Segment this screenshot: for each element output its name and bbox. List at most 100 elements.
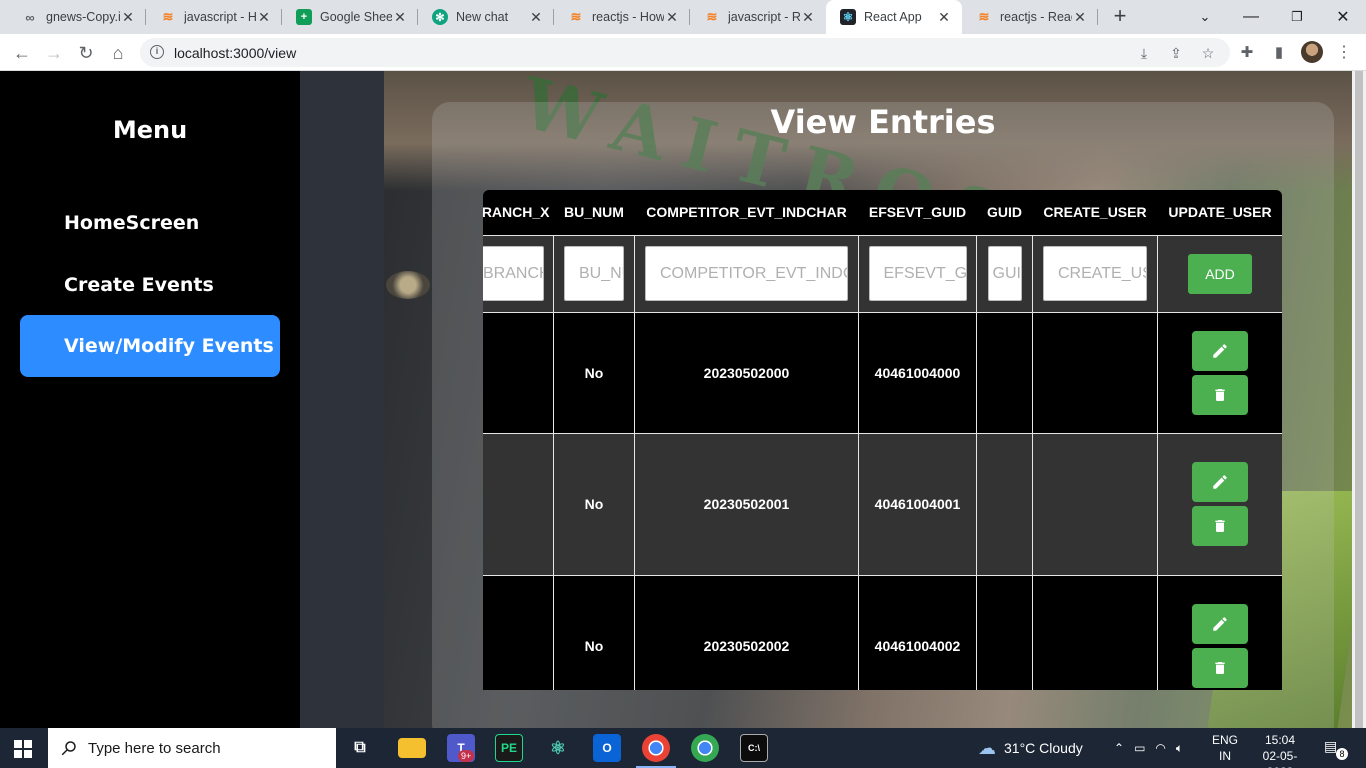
profile-avatar[interactable] — [1301, 41, 1323, 63]
cell-bu-num: No — [553, 432, 635, 576]
home-icon[interactable]: ⌂ — [106, 41, 130, 65]
site-info-icon[interactable]: i — [150, 45, 164, 59]
entries-table-scroll[interactable]: BRANCH_X BU_NUM COMPETITOR_EVT_INDCHAR E… — [483, 190, 1282, 690]
menu-title: Menu — [112, 116, 188, 144]
chrome-icon[interactable] — [642, 734, 670, 762]
add-button[interactable]: ADD — [1188, 253, 1252, 294]
minimize-button[interactable]: — — [1228, 0, 1274, 34]
weather-widget[interactable]: ☁ 31°C Cloudy — [978, 728, 1083, 768]
share-icon[interactable]: ⇪ — [1167, 45, 1185, 61]
forward-arrow-icon[interactable]: → — [42, 41, 66, 65]
language-code: ENG — [1212, 733, 1239, 747]
close-window-button[interactable]: ✕ — [1320, 0, 1366, 34]
terminal-icon[interactable]: C:\ — [740, 734, 768, 762]
weather-text: 31°C Cloudy — [1004, 740, 1083, 756]
more-menu-icon[interactable]: ⋮ — [1336, 42, 1352, 62]
page-title: View Entries — [770, 103, 996, 141]
create-user-input[interactable]: CREATE_USER — [1043, 246, 1147, 301]
cell-create-user — [1032, 311, 1158, 434]
electron-app-icon[interactable]: ⚛ — [544, 734, 572, 762]
tab-title: React App — [864, 10, 922, 24]
reload-icon[interactable]: ↻ — [74, 41, 98, 65]
delete-button[interactable] — [1192, 374, 1248, 415]
tab-title: reactjs - How — [592, 10, 664, 24]
volume-icon[interactable]: 🔈︎ — [1176, 741, 1183, 756]
side-panel-icon[interactable]: ▮ — [1270, 43, 1288, 61]
branch-x-input[interactable]: BRANCH_X — [483, 246, 544, 301]
page-scrollbar-thumb[interactable] — [1355, 71, 1363, 728]
close-icon[interactable]: ✕ — [256, 9, 272, 26]
cell-bu-num: No — [553, 574, 635, 690]
url-text[interactable]: localhost:3000/view — [174, 45, 296, 61]
react-icon: ⚛ — [840, 9, 856, 25]
outlook-icon[interactable]: O — [593, 734, 621, 762]
wifi-icon[interactable]: ◠ — [1155, 741, 1165, 755]
table-row: No 20230502001 40461004001 — [483, 432, 1282, 576]
browser-tab-strip: ∞ gnews-Copy.i ✕ ≋ javascript - H ✕ + Go… — [0, 0, 1366, 34]
close-icon[interactable]: ✕ — [936, 9, 952, 26]
close-icon[interactable]: ✕ — [392, 9, 408, 26]
close-icon[interactable]: ✕ — [1072, 9, 1088, 26]
tab-title: gnews-Copy.i — [46, 10, 120, 24]
file-explorer-icon[interactable] — [398, 738, 426, 758]
clock[interactable]: 15:04 02-05-2023 — [1250, 732, 1310, 768]
cell-bu-num: No — [553, 311, 635, 434]
language-indicator[interactable]: ENG IN — [1212, 732, 1238, 764]
tab-search-chevron-icon[interactable]: ⌄ — [1182, 0, 1228, 34]
install-app-icon[interactable]: ⤓ — [1135, 45, 1153, 61]
close-icon[interactable]: ✕ — [800, 9, 816, 26]
tab-gnews[interactable]: ∞ gnews-Copy.i ✕ — [8, 0, 146, 34]
competitor-evt-indchar-input[interactable]: COMPETITOR_EVT_INDCHAR — [645, 246, 848, 301]
windows-start-icon[interactable] — [14, 740, 32, 758]
sidebar-item-create-events[interactable]: Create Events — [20, 254, 280, 316]
delete-button[interactable] — [1192, 648, 1248, 688]
column-header-guid: GUID — [976, 190, 1033, 235]
close-icon[interactable]: ✕ — [528, 9, 544, 26]
new-tab-button[interactable]: + — [1108, 5, 1132, 29]
cell-actions — [1157, 311, 1282, 434]
stackoverflow-icon: ≋ — [978, 9, 990, 24]
bu-num-input[interactable]: BU_NUM — [564, 246, 624, 301]
tab-title: Google Sheet — [320, 10, 392, 24]
cell-competitor-evt-indchar: 20230502001 — [634, 432, 859, 576]
column-header-update-user: UPDATE_USER — [1157, 190, 1282, 235]
close-icon[interactable]: ✕ — [664, 9, 680, 26]
column-header-create-user: CREATE_USER — [1032, 190, 1158, 235]
task-view-icon[interactable]: ⧉ — [346, 734, 374, 762]
sidebar-item-homescreen[interactable]: HomeScreen — [20, 192, 280, 254]
page-viewport: Menu HomeScreen Create Events View/Modif… — [0, 71, 1366, 728]
delete-button[interactable] — [1192, 506, 1248, 546]
tab-reactjs-reac[interactable]: ≋ reactjs - Reac ✕ — [962, 0, 1098, 34]
edit-button[interactable] — [1192, 462, 1248, 502]
pencil-icon — [1213, 475, 1227, 489]
restore-button[interactable]: ❐ — [1274, 0, 1320, 34]
column-header-competitor-evt-indchar: COMPETITOR_EVT_INDCHAR — [634, 190, 859, 235]
tab-javascript-re[interactable]: ≋ javascript - Re ✕ — [690, 0, 826, 34]
table-row: No 20230502000 40461004000 — [483, 311, 1282, 434]
close-icon[interactable]: ✕ — [120, 9, 136, 26]
chevron-up-icon[interactable]: ⌃ — [1114, 741, 1124, 755]
tab-reactjs-how[interactable]: ≋ reactjs - How ✕ — [554, 0, 690, 34]
stackoverflow-icon: ≋ — [706, 9, 718, 24]
tab-google-sheets[interactable]: + Google Sheet ✕ — [282, 0, 418, 34]
pycharm-icon[interactable]: PE — [495, 734, 523, 762]
system-tray[interactable]: ⌃ ▭ ◠ 🔈︎ — [1114, 728, 1183, 768]
efsevt-guid-input[interactable]: EFSEVT_GUID — [868, 246, 967, 301]
bookmark-star-icon[interactable]: ☆ — [1199, 45, 1217, 61]
address-bar[interactable]: i localhost:3000/view ⤓ ⇪ ☆ — [140, 38, 1230, 67]
edit-button[interactable] — [1192, 604, 1248, 644]
guid-input[interactable]: GUID — [987, 246, 1022, 301]
windows-taskbar: Type here to search ⧉ T 9+ PE ⚛ O C:\ ☁ … — [0, 728, 1366, 768]
tab-react-app[interactable]: ⚛ React App ✕ — [826, 0, 962, 34]
sidebar-item-view-modify-events[interactable]: View/Modify Events — [20, 315, 280, 377]
tab-javascript-h[interactable]: ≋ javascript - H ✕ — [146, 0, 282, 34]
tab-new-chat[interactable]: ✻ New chat ✕ — [418, 0, 554, 34]
battery-icon[interactable]: ▭ — [1134, 741, 1145, 755]
edit-button[interactable] — [1192, 330, 1248, 371]
teams-badge: 9+ — [458, 750, 475, 762]
chrome-profile-icon[interactable] — [691, 734, 719, 762]
extensions-puzzle-icon[interactable]: ✚ — [1238, 43, 1256, 61]
taskbar-search-box[interactable]: Type here to search — [48, 728, 336, 768]
back-arrow-icon[interactable]: ← — [10, 41, 34, 65]
cell-competitor-evt-indchar: 20230502000 — [634, 311, 859, 434]
